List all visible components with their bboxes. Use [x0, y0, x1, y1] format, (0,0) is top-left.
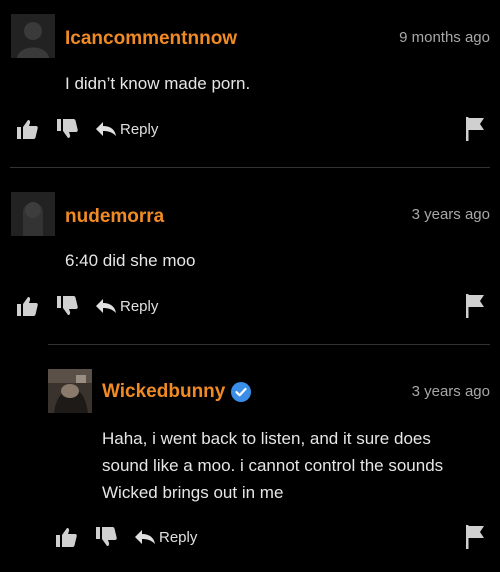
thumbs-up-icon[interactable] — [54, 525, 78, 549]
reply-button[interactable]: Reply — [134, 525, 197, 549]
comment-text: 6:40 did she moo — [65, 251, 196, 270]
comment-text: I didn’t know made porn. — [65, 74, 251, 93]
verified-badge-icon — [231, 381, 252, 402]
comment-actions: Reply — [15, 294, 485, 318]
thumbs-up-icon[interactable] — [15, 117, 39, 141]
reply-arrow-icon — [96, 299, 116, 313]
comment-timestamp: 3 years ago — [411, 206, 490, 223]
comment-text: Haha, i went back to listen, and it sure… — [102, 429, 444, 502]
comment: nudemorra 3 years ago 6:40 did she moo R… — [0, 168, 500, 343]
flag-icon[interactable] — [464, 293, 486, 319]
comment-timestamp: 9 months ago — [399, 29, 490, 46]
flag-icon[interactable] — [464, 524, 486, 550]
reply-label: Reply — [159, 528, 198, 546]
comment-username[interactable]: nudemorra — [65, 206, 164, 228]
comment-actions: Reply — [15, 117, 485, 141]
reply-arrow-icon — [96, 122, 116, 136]
comment-username[interactable]: Icancommentnnow — [65, 28, 237, 50]
reply-label: Reply — [120, 120, 159, 138]
thumbs-down-icon[interactable] — [55, 294, 79, 318]
flag-icon[interactable] — [464, 116, 486, 142]
reply-button[interactable]: Reply — [95, 294, 158, 318]
comment-actions: Reply — [54, 525, 474, 549]
user-avatar-icon[interactable] — [48, 369, 92, 413]
reply-button[interactable]: Reply — [95, 117, 158, 141]
reply-label: Reply — [120, 297, 159, 315]
user-avatar-icon[interactable] — [11, 14, 55, 58]
username-label: Wickedbunny — [102, 381, 226, 402]
thumbs-down-icon[interactable] — [55, 117, 79, 141]
reply-comment: Wickedbunny 3 years ago Haha, i went bac… — [0, 345, 500, 572]
comment-timestamp: 3 years ago — [411, 383, 490, 400]
thumbs-up-icon[interactable] — [15, 294, 39, 318]
reply-arrow-icon — [135, 530, 155, 544]
comment: Icancommentnnow 9 months ago I didn’t kn… — [0, 0, 500, 165]
user-avatar-icon[interactable] — [11, 192, 55, 236]
thumbs-down-icon[interactable] — [94, 525, 118, 549]
comment-username[interactable]: Wickedbunny — [102, 381, 252, 403]
